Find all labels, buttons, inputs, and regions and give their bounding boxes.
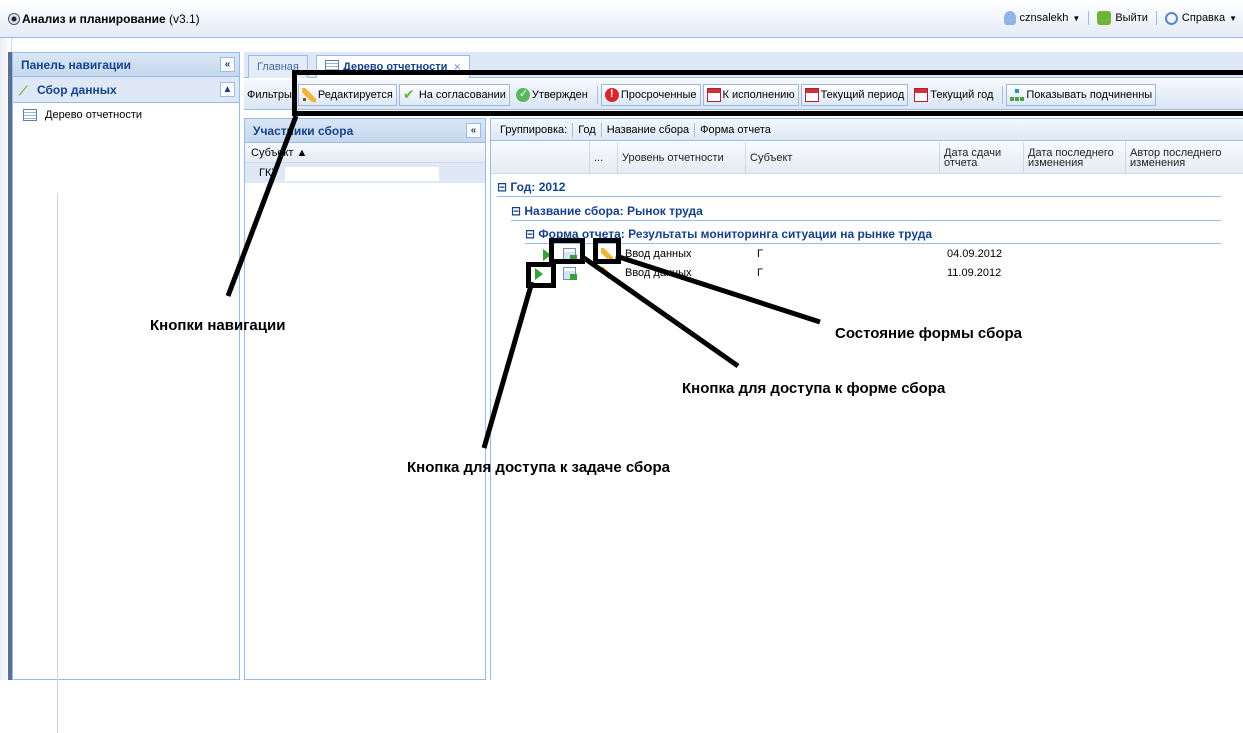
toolbar-highlight-box — [292, 70, 1243, 116]
callout-nav-buttons: Кнопки навигации — [150, 317, 286, 334]
state-highlight-box — [593, 238, 621, 264]
callout-form-access: Кнопка для доступа к форме сбора — [682, 380, 946, 397]
callout-task-access: Кнопка для доступа к задаче сбора — [407, 459, 670, 476]
form-access-highlight-box — [549, 238, 585, 264]
task-access-highlight-box — [526, 262, 556, 288]
callout-form-state: Состояние формы сбора — [835, 325, 1023, 342]
